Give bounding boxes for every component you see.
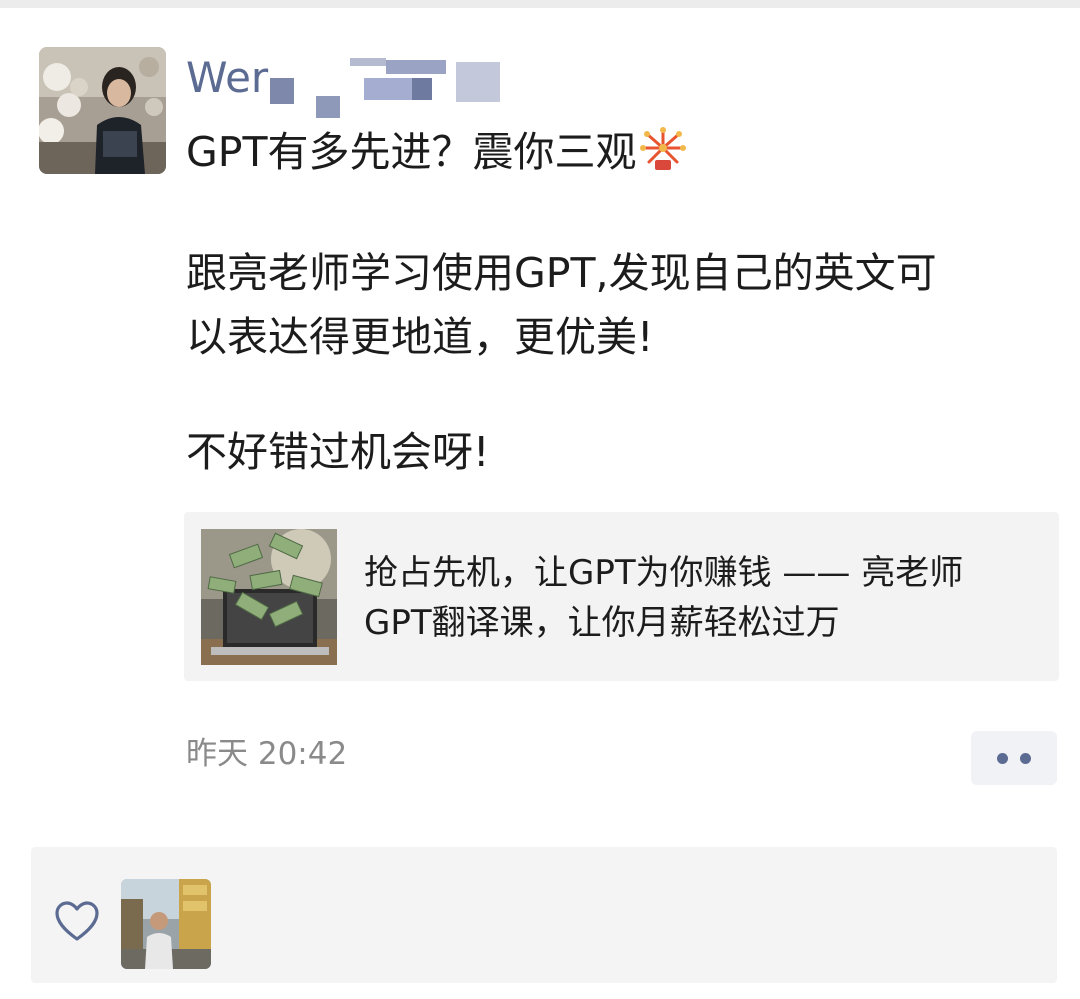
link-thumbnail bbox=[201, 529, 337, 665]
liker-avatar[interactable] bbox=[121, 879, 211, 969]
post-text: 不好错过机会呀! bbox=[186, 428, 490, 476]
link-title: 抢占先机，让GPT为你赚钱 —— 亮老师 GPT翻译课，让你月薪轻松过万 bbox=[364, 548, 1044, 648]
poster-name[interactable]: Wer bbox=[186, 52, 268, 104]
likes-panel bbox=[31, 847, 1057, 983]
privacy-mosaic bbox=[316, 96, 340, 118]
privacy-mosaic bbox=[412, 78, 432, 100]
post-text-line: GPT有多先进？震你三观 bbox=[186, 124, 687, 186]
top-divider bbox=[0, 0, 1080, 8]
shared-link-card[interactable]: 抢占先机，让GPT为你赚钱 —— 亮老师 GPT翻译课，让你月薪轻松过万 bbox=[184, 512, 1059, 681]
heart-icon bbox=[53, 899, 101, 945]
privacy-mosaic bbox=[270, 78, 294, 104]
post-timestamp: 昨天 20:42 bbox=[186, 736, 348, 772]
post-text: 以表达得更地道，更优美! bbox=[186, 313, 654, 361]
privacy-mosaic bbox=[386, 60, 446, 74]
post-text: 跟亮老师学习使用GPT,发现自己的英文可 bbox=[186, 249, 937, 297]
post-text: GPT有多先进？震你三观 bbox=[186, 128, 637, 176]
privacy-mosaic bbox=[350, 58, 386, 66]
link-title-line: GPT翻译课，让你月薪轻松过万 bbox=[364, 603, 840, 643]
more-button[interactable] bbox=[971, 731, 1057, 785]
poster-avatar[interactable] bbox=[39, 47, 166, 174]
privacy-mosaic bbox=[456, 62, 500, 102]
moments-post-page: Wer GPT有多先进？震你三观 跟亮老师学习使用GPT,发现自己的英文可 以表… bbox=[0, 0, 1080, 999]
firework-icon bbox=[639, 126, 687, 186]
link-title-line: 抢占先机，让GPT为你赚钱 —— 亮老师 bbox=[364, 553, 964, 593]
